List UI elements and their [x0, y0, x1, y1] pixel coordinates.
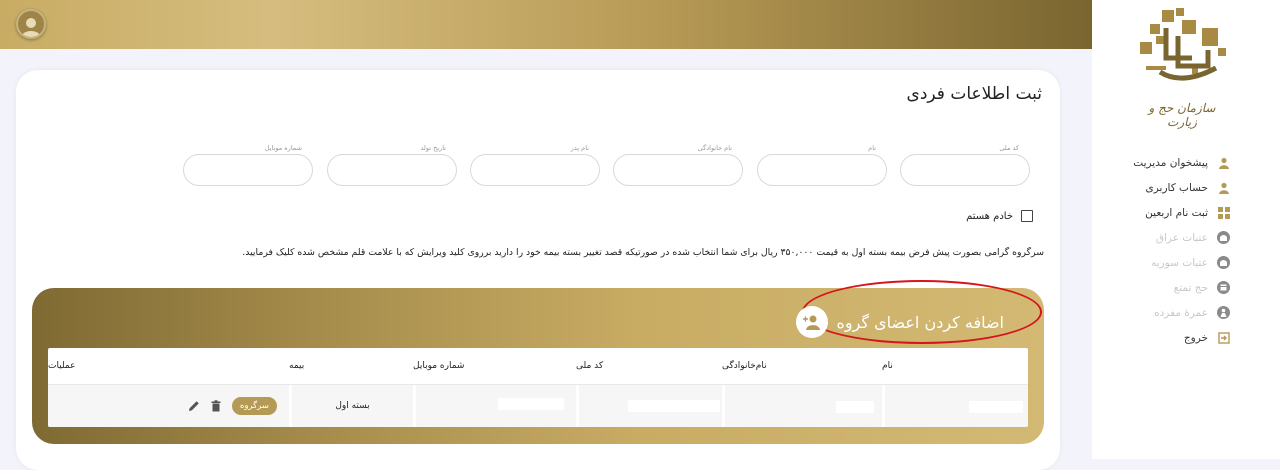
first-name-field: نام — [757, 144, 887, 186]
sidebar-item-iraq[interactable]: عتبات عراق — [1092, 225, 1280, 250]
sidebar-item-label: حساب کاربری — [1145, 181, 1208, 194]
last-name-field: نام خانوادگی — [613, 144, 743, 186]
sidebar-item-hajj[interactable]: حج تمتع — [1092, 275, 1280, 300]
servant-checkbox[interactable] — [1021, 210, 1033, 222]
sidebar-menu: پیشخوان مدیریت حساب کاربری ثبت نام اربعی… — [1092, 150, 1280, 350]
add-user-icon — [803, 315, 821, 330]
redacted-value — [969, 401, 1023, 413]
sidebar-item-logout[interactable]: خروج — [1092, 325, 1280, 350]
field-label: کد ملی — [999, 144, 1019, 152]
user-avatar-icon — [21, 18, 41, 37]
father-name-field: نام پدر — [470, 144, 600, 186]
main-card: ثبت اطلاعات فردی کد ملی نام نام خانوادگی… — [16, 70, 1060, 470]
group-leader-badge: سرگروه — [231, 397, 277, 415]
column-header: نام‌خانوادگی — [722, 361, 767, 371]
user-avatar-button[interactable] — [16, 9, 46, 39]
add-member-button[interactable] — [796, 306, 829, 338]
sidebar-item-label: عتبات عراق — [1155, 231, 1208, 244]
logout-icon — [1217, 331, 1230, 344]
sidebar-item-account[interactable]: حساب کاربری — [1092, 175, 1280, 200]
mobile-input[interactable] — [184, 155, 312, 185]
sidebar-item-syria[interactable]: عتبات سوریه — [1092, 250, 1280, 275]
field-label: نام پدر — [570, 144, 589, 152]
sidebar-item-label: حج تمتع — [1173, 281, 1208, 294]
field-label: نام — [868, 144, 876, 152]
cell-national-code — [576, 385, 722, 427]
birth-date-input[interactable] — [328, 155, 456, 185]
field-label: نام خانوادگی — [697, 144, 732, 152]
insurance-notice: سرگروه گرامی بصورت پیش فرض بیمه بسته اول… — [242, 247, 1044, 258]
cell-operations: سرگروه — [48, 385, 289, 427]
servant-checkbox-row: خادم هستم — [966, 210, 1033, 222]
sidebar-item-label: پیشخوان مدیریت — [1133, 156, 1208, 169]
table-row: بسته اول سرگروه — [48, 385, 1028, 427]
group-members-panel: اضافه کردن اعضای گروه نام نام‌خانوادگی ک… — [32, 280, 1044, 444]
kaaba-icon — [1217, 281, 1230, 294]
column-header: کد ملی — [576, 361, 604, 371]
sidebar-item-label: ثبت نام اربعین — [1145, 206, 1208, 219]
cell-last-name — [722, 385, 882, 427]
first-name-input[interactable] — [758, 155, 886, 185]
sidebar-item-umrah[interactable]: عمرهٔ مفرده — [1092, 300, 1280, 325]
group-title: اضافه کردن اعضای گروه — [836, 312, 1004, 332]
national-code-field: کد ملی — [900, 144, 1030, 186]
pilgrim-icon — [1217, 306, 1230, 319]
grid-icon — [1217, 206, 1230, 219]
sidebar-item-arbaeen[interactable]: ثبت نام اربعین — [1092, 200, 1280, 225]
logo-caption: سازمان حج و زیارت — [1148, 101, 1216, 129]
cell-first-name — [882, 385, 1028, 427]
edit-pencil-icon[interactable] — [188, 400, 200, 412]
sidebar-item-label: عتبات سوریه — [1151, 256, 1208, 269]
column-header: شماره موبایل — [413, 361, 465, 371]
servant-checkbox-label: خادم هستم — [966, 210, 1013, 222]
sidebar-item-dashboard[interactable]: پیشخوان مدیریت — [1092, 150, 1280, 175]
hajj-logo: سازمان حج و زیارت — [1132, 6, 1232, 129]
cell-insurance: بسته اول — [289, 385, 413, 427]
redacted-value — [498, 398, 564, 410]
top-bar — [0, 0, 1092, 49]
sidebar-item-label: عمرهٔ مفرده — [1154, 306, 1208, 319]
delete-trash-icon[interactable] — [210, 400, 222, 412]
sidebar-item-label: خروج — [1183, 331, 1208, 344]
table-header: نام نام‌خانوادگی کد ملی شماره موبایل بیم… — [48, 348, 1028, 385]
national-code-input[interactable] — [901, 155, 1029, 185]
redacted-value — [836, 401, 874, 413]
user-icon — [1217, 156, 1230, 169]
column-header: بیمه — [289, 361, 305, 371]
sidebar: سازمان حج و زیارت پیشخوان مدیریت حساب کا… — [1092, 0, 1280, 459]
logo-emblem-icon — [1140, 8, 1226, 81]
father-name-input[interactable] — [471, 155, 599, 185]
insurance-value: بسته اول — [335, 401, 370, 411]
field-label: تاریخ تولد — [420, 144, 446, 152]
mobile-field: شماره موبایل — [183, 144, 313, 186]
redacted-value — [628, 400, 720, 412]
page-title: ثبت اطلاعات فردی — [906, 84, 1042, 104]
column-header: عملیات — [48, 361, 76, 371]
cell-mobile — [413, 385, 576, 427]
birth-date-field: تاریخ تولد — [327, 144, 457, 186]
last-name-input[interactable] — [614, 155, 742, 185]
mosque-icon — [1217, 256, 1230, 269]
row-operations: سرگروه — [188, 397, 277, 415]
column-header: نام — [882, 361, 893, 371]
user-icon — [1217, 181, 1230, 194]
group-members-table: نام نام‌خانوادگی کد ملی شماره موبایل بیم… — [48, 348, 1028, 427]
add-group-members-header: اضافه کردن اعضای گروه — [796, 306, 1004, 338]
field-label: شماره موبایل — [264, 144, 302, 152]
mosque-icon — [1217, 231, 1230, 244]
